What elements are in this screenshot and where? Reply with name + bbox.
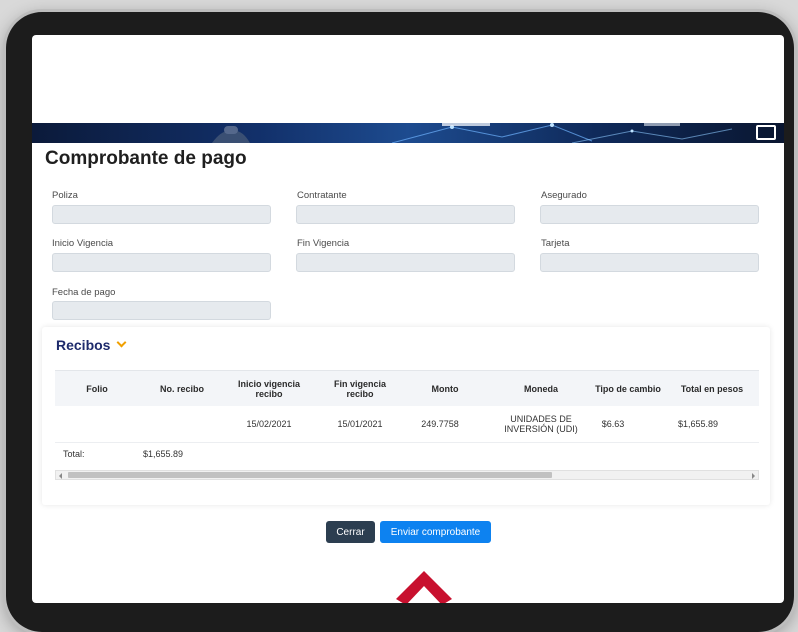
scroll-thumb[interactable] — [68, 472, 552, 478]
close-button[interactable]: Cerrar — [326, 521, 375, 543]
column-header-inicio-vigencia[interactable]: Inicio vigencia recibo — [233, 371, 305, 406]
image-icon[interactable] — [756, 125, 776, 140]
cell-fin-vigencia: 15/01/2021 — [337, 419, 383, 429]
recibos-table: Folio No. recibo Inicio vigencia recibo … — [55, 370, 759, 465]
cell-tipo-cambio: $6.63 — [601, 419, 625, 429]
table-total-row: Total: $1,655.89 — [55, 443, 759, 465]
cell-moneda: UNIDADES DE INVERSIÓN (UDI) — [504, 414, 578, 434]
asegurado-field[interactable] — [540, 205, 759, 224]
fecha-pago-label: Fecha de pago — [52, 287, 116, 298]
scroll-right-icon[interactable] — [752, 473, 755, 479]
column-header-moneda[interactable]: Moneda — [503, 371, 579, 406]
app-screen: Comprobante de pago Poliza Contratante A… — [32, 35, 784, 603]
table-header: Folio No. recibo Inicio vigencia recibo … — [55, 370, 759, 406]
tarjeta-label: Tarjeta — [541, 238, 570, 249]
column-header-monto[interactable]: Monto — [415, 371, 475, 406]
column-header-tipo-cambio[interactable]: Tipo de cambio — [593, 371, 663, 406]
chevron-up-icon[interactable] — [384, 557, 464, 603]
table-row: 15/02/2021 15/01/2021 249.7758 UNIDADES … — [55, 406, 759, 443]
fecha-pago-field[interactable] — [52, 301, 271, 320]
fin-vigencia-field[interactable] — [296, 253, 515, 272]
cell-inicio-vigencia: 15/02/2021 — [246, 419, 292, 429]
contratante-field[interactable] — [296, 205, 515, 224]
fin-vigencia-label: Fin Vigencia — [297, 238, 350, 249]
cell-folio — [65, 406, 129, 442]
cell-total-pesos: $1,655.89 — [677, 419, 719, 429]
tarjeta-field[interactable] — [540, 253, 759, 272]
recibos-title[interactable]: Recibos — [56, 337, 110, 353]
page-title: Comprobante de pago — [45, 148, 247, 169]
horizontal-scrollbar[interactable] — [55, 470, 759, 480]
header-banner — [32, 123, 784, 143]
contratante-label: Contratante — [297, 190, 347, 201]
scroll-left-icon[interactable] — [59, 473, 62, 479]
cell-monto: 249.7758 — [421, 419, 459, 429]
poliza-field[interactable] — [52, 205, 271, 224]
asegurado-label: Asegurado — [541, 190, 587, 201]
poliza-label: Poliza — [52, 190, 78, 201]
column-header-fin-vigencia[interactable]: Fin vigencia recibo — [330, 371, 390, 406]
column-header-total-pesos[interactable]: Total en pesos — [673, 371, 751, 406]
column-header-folio[interactable]: Folio — [65, 371, 129, 406]
banner-graphic — [212, 123, 733, 143]
column-header-no-recibo[interactable]: No. recibo — [147, 371, 217, 406]
inicio-vigencia-field[interactable] — [52, 253, 271, 272]
send-receipt-button[interactable]: Enviar comprobante — [380, 521, 491, 543]
cell-no-recibo — [147, 406, 217, 442]
total-label: Total: — [63, 449, 85, 459]
chevron-down-icon[interactable] — [116, 337, 127, 348]
inicio-vigencia-label: Inicio Vigencia — [52, 238, 114, 249]
recibos-card: Recibos Folio No. recibo Inicio vigencia… — [42, 327, 770, 505]
total-value: $1,655.89 — [143, 449, 184, 459]
